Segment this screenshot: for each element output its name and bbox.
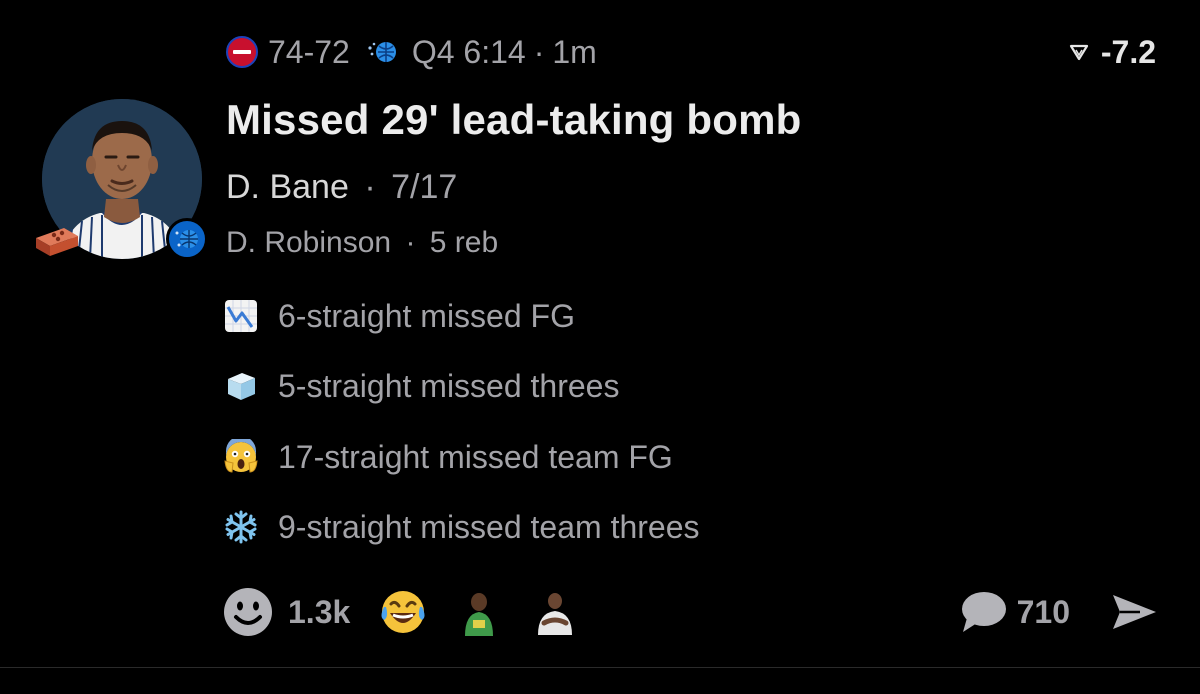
shooter-line[interactable]: D. Bane · 7/17 [226, 168, 457, 207]
odds-value: -7.2 [1100, 33, 1156, 70]
win-probability-change[interactable]: -7.2 [1069, 30, 1156, 74]
chart-decreasing-icon [222, 297, 260, 335]
streak-text: 9-straight missed team threes [278, 508, 700, 545]
smiley-icon [224, 588, 272, 636]
snowflake-icon [222, 508, 260, 546]
custom-emoji-player-icon [465, 593, 494, 636]
divider [0, 667, 1200, 668]
play-title: Missed 29' lead-taking bomb [226, 96, 802, 143]
ice-cube-icon [222, 367, 260, 405]
comment-share-bar: 710 [959, 584, 1158, 640]
streak-item: 17-straight missed team FG [222, 437, 673, 477]
rebounder-line[interactable]: D. Robinson · 5 reb [226, 226, 498, 260]
reaction-bar: 1.3k [222, 584, 606, 640]
down-triangle-icon [1069, 44, 1088, 61]
streak-text: 5-straight missed threes [278, 367, 620, 404]
shooter-stat: 7/17 [391, 168, 458, 206]
share-send-icon[interactable] [1110, 592, 1158, 632]
reaction-custom-player-two[interactable] [530, 587, 580, 637]
add-reaction-button[interactable] [222, 586, 274, 638]
game-clock: Q4 6:14 [411, 33, 526, 70]
reaction-count[interactable]: 1.3k [288, 594, 350, 631]
comments-button[interactable]: 710 [959, 590, 1110, 634]
rebounder-name[interactable]: D. Robinson [226, 226, 391, 259]
game-header: 74-72 Q4 6:14 · 1m [226, 30, 597, 74]
streak-text: 6-straight missed FG [278, 297, 575, 334]
tears-of-joy-icon [381, 591, 425, 633]
rebounder-stat: 5 reb [429, 226, 499, 259]
pistons-logo-icon [226, 36, 258, 68]
streak-text: 17-straight missed team FG [278, 438, 673, 475]
brick-icon [36, 228, 78, 256]
streak-item: 5-straight missed threes [222, 366, 619, 406]
magic-logo-icon [166, 218, 208, 260]
separator-dot: · [364, 168, 376, 206]
reaction-custom-player-one[interactable] [454, 587, 504, 637]
screaming-face-icon [222, 438, 260, 476]
streak-item: 9-straight missed team threes [222, 507, 700, 547]
custom-emoji-person-icon [538, 593, 573, 635]
reaction-laughing[interactable] [378, 587, 428, 637]
post-age: 1m [552, 33, 597, 70]
magic-logo-icon [368, 42, 396, 62]
separator-dot: · [405, 226, 416, 259]
shooter-name[interactable]: D. Bane [226, 168, 349, 206]
separator-dot: · [533, 33, 545, 70]
comment-count: 710 [1016, 593, 1070, 630]
streak-item: 6-straight missed FG [222, 296, 575, 336]
comment-bubble-icon [961, 592, 1006, 632]
score: 74-72 [268, 33, 350, 70]
